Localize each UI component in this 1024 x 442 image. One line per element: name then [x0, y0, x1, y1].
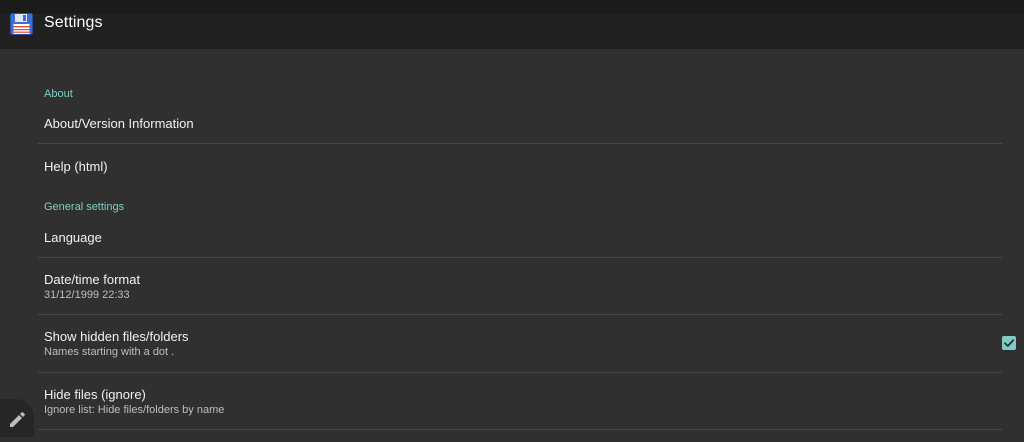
- settings-list[interactable]: About About/Version Information Help (ht…: [0, 49, 1024, 437]
- app-bar: Settings: [0, 0, 1024, 49]
- pref-summary: Ignore list: Hide files/folders by name: [44, 404, 225, 416]
- pref-hide-files-ignore[interactable]: Hide files (ignore) Ignore list: Hide fi…: [38, 373, 1002, 430]
- pref-title: About/Version Information: [44, 116, 194, 131]
- divider: [38, 429, 1002, 430]
- checkmark-icon: [1004, 339, 1015, 347]
- pref-title: Show hidden files/folders: [44, 329, 189, 344]
- pref-title: Date/time format: [44, 272, 141, 287]
- pref-summary: 31/12/1999 22:33: [44, 289, 130, 301]
- floppy-disk-icon: [10, 13, 33, 35]
- show-hidden-checkbox[interactable]: [1002, 336, 1016, 350]
- pref-title: Language: [44, 230, 102, 245]
- pref-summary: Names starting with a dot .: [44, 346, 175, 358]
- category-general-header: General settings: [44, 201, 125, 213]
- pref-language[interactable]: Language: [38, 220, 1002, 257]
- page-title: Settings: [44, 14, 103, 31]
- pref-date-time-format[interactable]: Date/time format 31/12/1999 22:33: [38, 258, 1002, 314]
- edit-button[interactable]: [0, 399, 34, 437]
- pref-title: Hide files (ignore): [44, 387, 146, 402]
- category-about-header: About: [44, 88, 73, 100]
- pref-title: Help (html): [44, 159, 108, 174]
- status-strip: [0, 0, 1024, 14]
- pencil-icon: [10, 412, 25, 427]
- pref-about-version[interactable]: About/Version Information: [38, 107, 1002, 143]
- pref-help-html[interactable]: Help (html): [38, 144, 1002, 194]
- pref-show-hidden-files[interactable]: Show hidden files/folders Names starting…: [38, 315, 1016, 372]
